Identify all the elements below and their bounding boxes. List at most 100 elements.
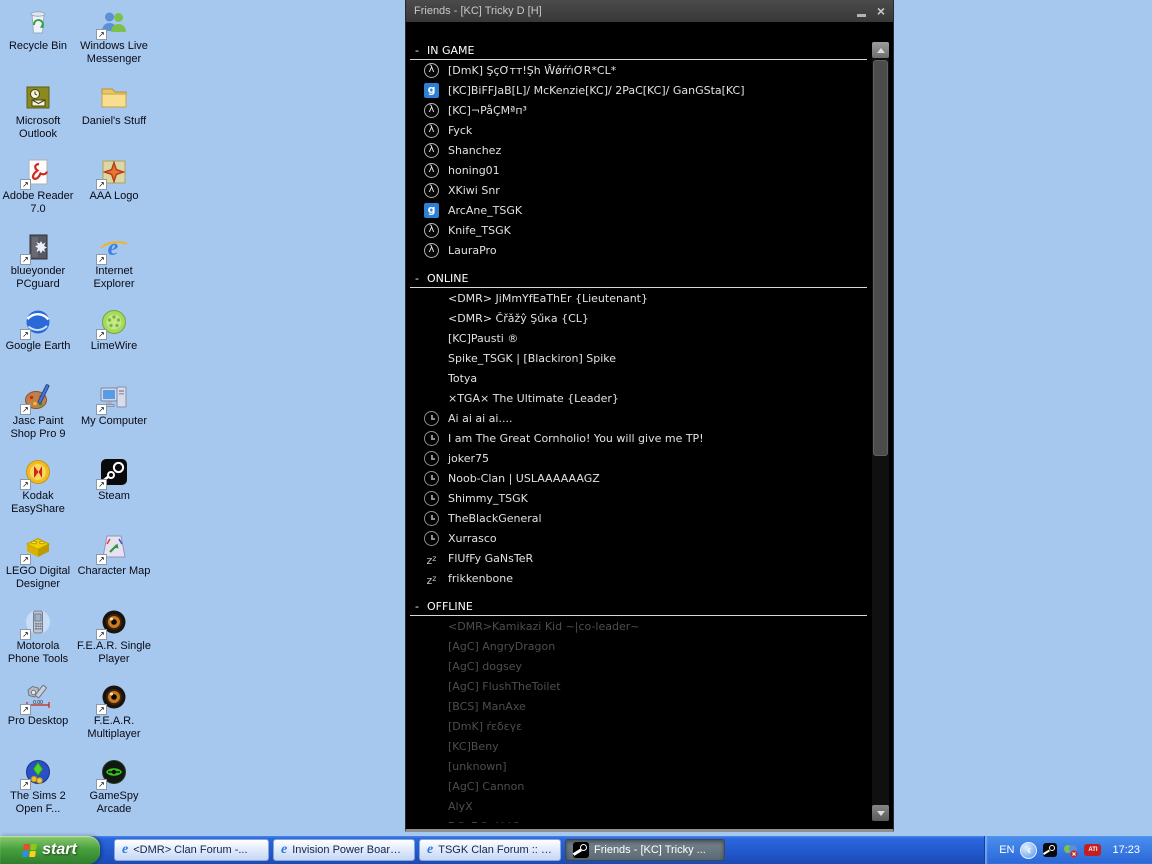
- desktop-icon-lego-digital-designer[interactable]: ↗ LEGO Digital Designer: [0, 531, 76, 591]
- desktop-icon-fear-single-player[interactable]: ↗ F.E.A.R. Single Player: [76, 606, 152, 666]
- friend-name: Shimmy_TSGK: [448, 492, 528, 505]
- friends-scrollbar[interactable]: [872, 42, 889, 821]
- shortcut-arrow-icon: ↗: [20, 179, 31, 190]
- friend-row[interactable]: [BCS] ManAxe: [410, 696, 867, 716]
- friend-row[interactable]: honing01: [410, 160, 867, 180]
- pcguard-icon: ↗: [22, 231, 54, 263]
- friend-row[interactable]: [unknown]: [410, 756, 867, 776]
- friend-row[interactable]: joker75: [410, 448, 867, 468]
- minimize-button[interactable]: [857, 14, 866, 17]
- friend-row[interactable]: AlyX: [410, 796, 867, 816]
- friend-name: Shanchez: [448, 144, 501, 157]
- desktop-icon-jasc-paint-shop[interactable]: ↗ Jasc Paint Shop Pro 9: [0, 381, 76, 441]
- desktop-icon-kodak-easyshare[interactable]: ↗ Kodak EasyShare: [0, 456, 76, 516]
- friend-row[interactable]: TheBlackGeneral: [410, 508, 867, 528]
- friend-row[interactable]: FlUfFy GaNsTeR: [410, 548, 867, 568]
- friend-row[interactable]: [KC]¬PåÇMªп³: [410, 100, 867, 120]
- desktop-icon-internet-explorer[interactable]: e↗ Internet Explorer: [76, 231, 152, 291]
- friend-row[interactable]: [DmK] ŞçƠтт!Şh ŴǿŕŕıƠR*CL*: [410, 60, 867, 80]
- collapse-icon[interactable]: [415, 44, 419, 57]
- friend-row[interactable]: <DMR> JiMmYfEaThEr {Lieutenant}: [410, 288, 867, 308]
- scroll-down-button[interactable]: [872, 805, 889, 821]
- friends-section-header[interactable]: OFFLINE: [410, 598, 867, 616]
- taskbar-button-tsgk-clan-forum[interactable]: TSGK Clan Forum :: Vi...: [419, 839, 561, 861]
- friend-row[interactable]: [AgC] AngryDragon: [410, 636, 867, 656]
- friend-row[interactable]: Shimmy_TSGK: [410, 488, 867, 508]
- desktop-icon-windows-live-messenger[interactable]: ↗ Windows Live Messenger: [76, 6, 152, 66]
- close-button[interactable]: [877, 4, 885, 18]
- mobile-phone-icon: ↗: [22, 606, 54, 638]
- scrollbar-thumb[interactable]: [873, 60, 888, 456]
- desktop-icon-label: Windows Live Messenger: [76, 40, 152, 66]
- friend-row[interactable]: ×TGA× The Ultimate {Leader}: [410, 388, 867, 408]
- desktop-icon-label: Jasc Paint Shop Pro 9: [0, 415, 76, 441]
- friends-section-header[interactable]: IN GAME: [410, 42, 867, 60]
- friend-row[interactable]: Shanchez: [410, 140, 867, 160]
- taskbar-button-invision-power-board[interactable]: Invision Power Board ...: [273, 839, 415, 861]
- friends-titlebar[interactable]: Friends - [KC] Tricky D [H]: [406, 0, 893, 22]
- messenger-offline-tray-icon[interactable]: [1063, 843, 1078, 858]
- friend-row[interactable]: [KC]Pausti ®: [410, 328, 867, 348]
- desktop-icon-pro-desktop[interactable]: 0.00↗ Pro Desktop: [0, 681, 76, 728]
- desktop-icon-adobe-reader[interactable]: ↗ Adobe Reader 7.0: [0, 156, 76, 216]
- friend-row[interactable]: B@rB@cUd@: [410, 816, 867, 823]
- language-indicator[interactable]: EN: [999, 844, 1014, 856]
- hide-icons-chevron[interactable]: [1020, 842, 1037, 859]
- clock[interactable]: 17:23: [1112, 844, 1140, 856]
- internet-explorer-icon: e↗: [98, 231, 130, 263]
- friend-row[interactable]: Ai ai ai ai....: [410, 408, 867, 428]
- friend-row[interactable]: [KC]Beny: [410, 736, 867, 756]
- friend-row[interactable]: XKiwi Snr: [410, 180, 867, 200]
- friend-name: [KC]BiFFJaB[L]/ McKenzie[KC]/ 2PaC[KC]/ …: [448, 84, 745, 97]
- shortcut-arrow-icon: ↗: [96, 329, 107, 340]
- friend-row[interactable]: Spike_TSGK | [Blackiron] Spike: [410, 348, 867, 368]
- friend-row[interactable]: [DmK] ŕεδεγε: [410, 716, 867, 736]
- taskbar-button-friends[interactable]: Friends - [KC] Tricky ...: [565, 839, 725, 861]
- scroll-up-button[interactable]: [872, 42, 889, 58]
- collapse-icon[interactable]: [415, 272, 419, 285]
- friend-row[interactable]: [AgC] FlushTheToilet: [410, 676, 867, 696]
- friend-row[interactable]: I am The Great Cornholio! You will give …: [410, 428, 867, 448]
- desktop-icon-blueyonder-pcguard[interactable]: ↗ blueyonder PCguard: [0, 231, 76, 291]
- steam-tray-icon[interactable]: [1043, 843, 1057, 857]
- desktop-icon-google-earth[interactable]: ↗ Google Earth: [0, 306, 76, 353]
- steam-icon: ↗: [98, 456, 130, 488]
- friend-row[interactable]: Noob-Clan | USLAAAAAAGZ: [410, 468, 867, 488]
- friend-row[interactable]: [AgC] Cannon: [410, 776, 867, 796]
- friend-row[interactable]: Fyck: [410, 120, 867, 140]
- start-button[interactable]: start: [0, 836, 100, 864]
- friend-row[interactable]: frikkenbone: [410, 568, 867, 588]
- half-life-icon: [424, 63, 439, 78]
- desktop-icon-label: Recycle Bin: [0, 40, 76, 53]
- desktop-icon-daniels-stuff[interactable]: Daniel's Stuff: [76, 81, 152, 128]
- friend-name: <DMR> JiMmYfEaThEr {Lieutenant}: [448, 292, 648, 305]
- desktop-icon-microsoft-outlook[interactable]: Microsoft Outlook: [0, 81, 76, 141]
- desktop-icon-my-computer[interactable]: ↗ My Computer: [76, 381, 152, 428]
- desktop-icon-limewire[interactable]: ↗ LimeWire: [76, 306, 152, 353]
- friend-name: [DmK] ŞçƠтт!Şh ŴǿŕŕıƠR*CL*: [448, 64, 616, 77]
- friend-row[interactable]: Totya: [410, 368, 867, 388]
- friends-section-header[interactable]: ONLINE: [410, 270, 867, 288]
- taskbar-button-dmr-clan-forum[interactable]: <DMR> Clan Forum -...: [114, 839, 269, 861]
- friend-row[interactable]: LauraPro: [410, 240, 867, 260]
- ati-tray-icon[interactable]: [1084, 844, 1101, 856]
- friend-row[interactable]: [KC]BiFFJaB[L]/ McKenzie[KC]/ 2PaC[KC]/ …: [410, 80, 867, 100]
- desktop-icon-character-map[interactable]: ↗ Character Map: [76, 531, 152, 578]
- shortcut-arrow-icon: ↗: [96, 554, 107, 565]
- desktop-icon-motorola-phone-tools[interactable]: ↗ Motorola Phone Tools: [0, 606, 76, 666]
- desktop-icon-gamespy-arcade[interactable]: ↗ GameSpy Arcade: [76, 756, 152, 816]
- desktop-icon-the-sims-2[interactable]: ↗ The Sims 2 Open F...: [0, 756, 76, 816]
- shortcut-arrow-icon: ↗: [20, 704, 31, 715]
- friend-row[interactable]: ArcAne_TSGK: [410, 200, 867, 220]
- friend-row[interactable]: [AgC] dogsey: [410, 656, 867, 676]
- friend-row[interactable]: <DMR> Čřǎžŷ Şűка {CL}: [410, 308, 867, 328]
- desktop-icon-steam[interactable]: ↗ Steam: [76, 456, 152, 503]
- friend-row[interactable]: Knife_TSGK: [410, 220, 867, 240]
- friend-row[interactable]: <DMR>Kamikazi Kid ~|co-leader~: [410, 616, 867, 636]
- friend-name: [AgC] Cannon: [448, 780, 524, 793]
- friend-row[interactable]: Xurrasco: [410, 528, 867, 548]
- desktop-icon-recycle-bin[interactable]: Recycle Bin: [0, 6, 76, 53]
- collapse-icon[interactable]: [415, 600, 419, 613]
- desktop-icon-aaa-logo[interactable]: ↗ AAA Logo: [76, 156, 152, 203]
- desktop-icon-fear-multiplayer[interactable]: ↗ F.E.A.R. Multiplayer: [76, 681, 152, 741]
